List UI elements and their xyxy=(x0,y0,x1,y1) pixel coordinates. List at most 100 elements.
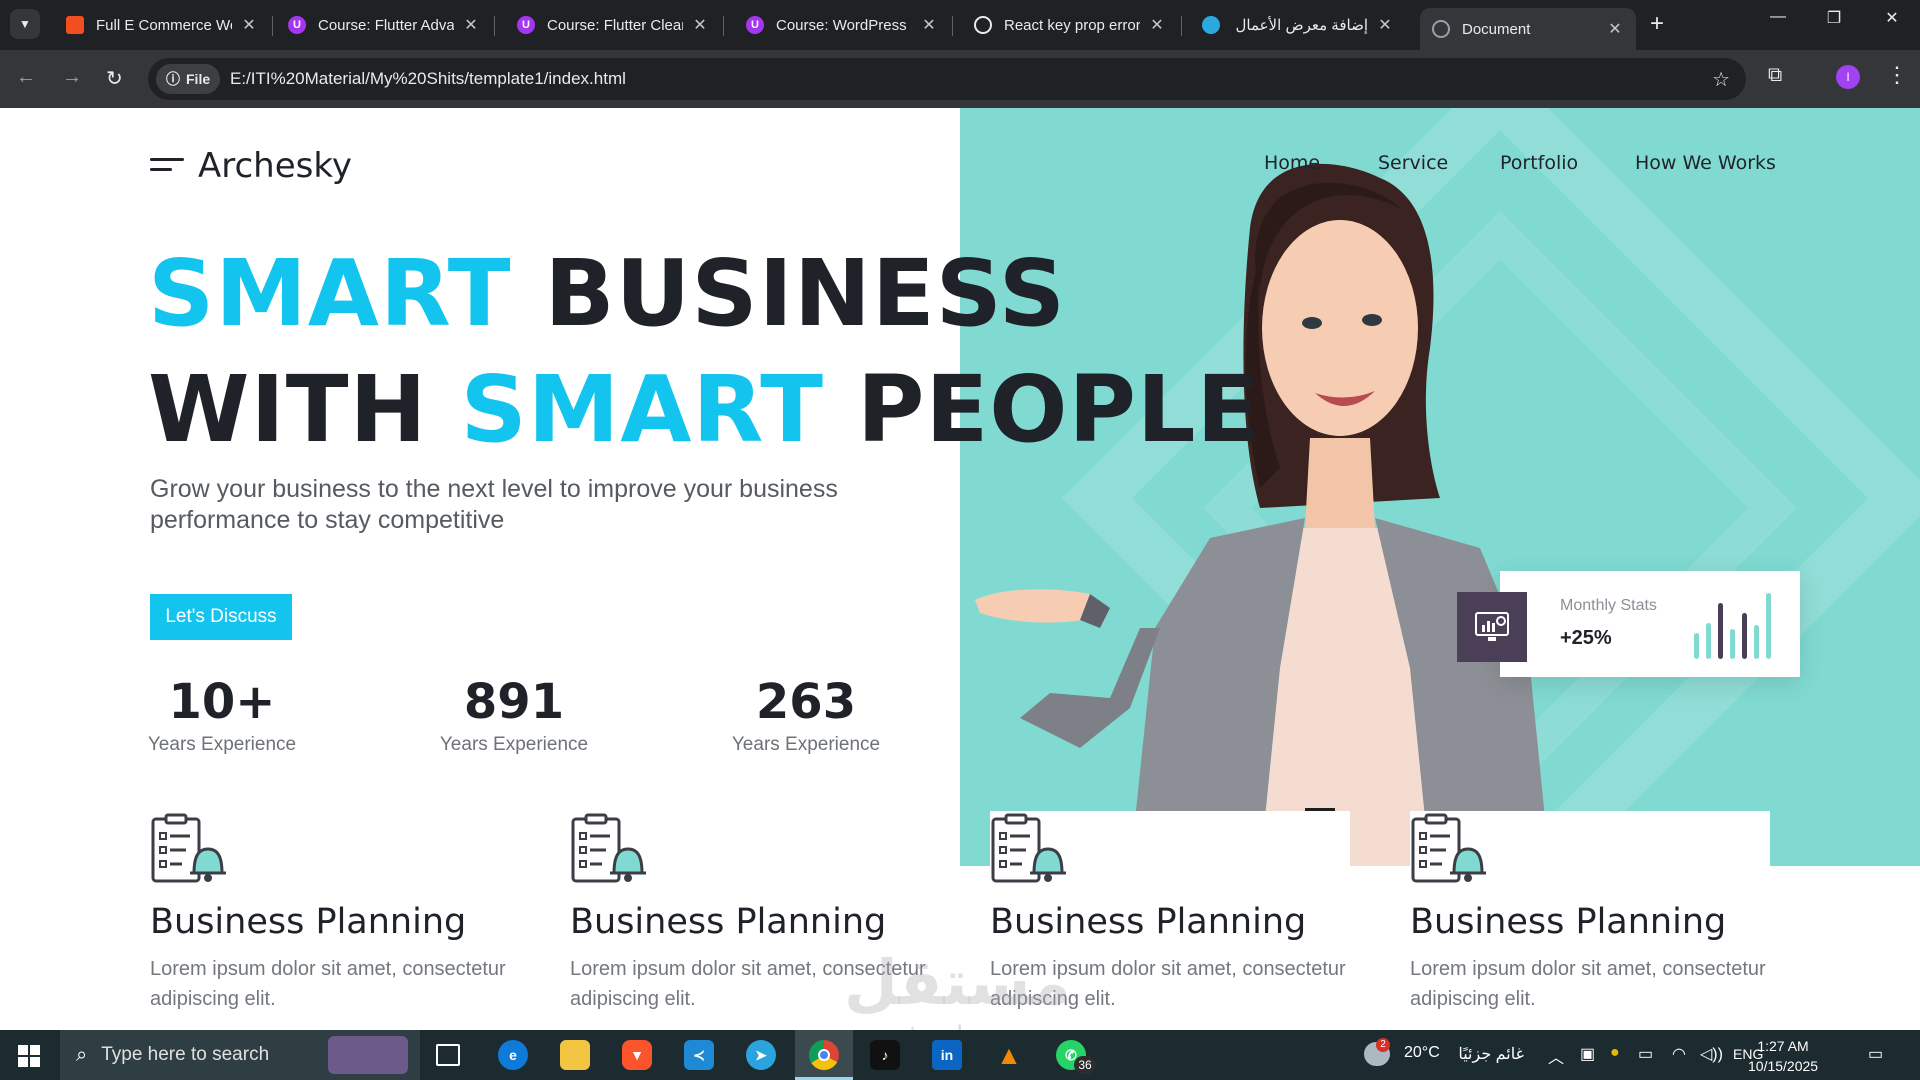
nav-portfolio[interactable]: Portfolio xyxy=(1500,152,1578,174)
tab-4[interactable]: U Course: WordPress E ✕ xyxy=(734,8,950,42)
battery-icon[interactable]: ▭ xyxy=(1638,1044,1653,1064)
checklist-bell-icon xyxy=(991,813,1066,883)
mostaql-watermark-url: mostaql.com xyxy=(846,1020,1038,1030)
back-button[interactable]: ← xyxy=(16,66,36,89)
menu-lines-icon xyxy=(150,156,184,176)
weather-temperature[interactable]: 20°C xyxy=(1404,1044,1440,1062)
volume-icon[interactable]: ◁)) xyxy=(1700,1044,1723,1064)
close-window-button[interactable]: ✕ xyxy=(1864,8,1920,28)
tray-app-icon[interactable]: ▣ xyxy=(1580,1044,1595,1064)
chrome-icon[interactable] xyxy=(809,1040,839,1070)
notifications-icon[interactable]: ▭ xyxy=(1868,1044,1883,1064)
hero-title-line-1: SMART BUSINESS xyxy=(148,240,1067,347)
taskbar-search-box[interactable]: ⌕ Type here to search xyxy=(60,1030,420,1080)
feature-title: Business Planning xyxy=(990,902,1307,942)
brave-icon[interactable]: ▼ xyxy=(622,1040,652,1070)
close-tab-icon[interactable]: ✕ xyxy=(462,15,480,35)
checklist-bell-icon xyxy=(1411,813,1486,883)
tab-separator xyxy=(494,16,495,36)
udemy-icon: U xyxy=(746,16,764,34)
hero-person-image xyxy=(975,163,1550,866)
omnibox[interactable]: ⓘ File E:/ITI%20Material/My%20Shits/temp… xyxy=(148,58,1746,100)
vscode-icon[interactable]: ≺ xyxy=(684,1040,714,1070)
tab-5[interactable]: React key prop error ✕ xyxy=(962,8,1178,42)
windows-start-icon[interactable] xyxy=(18,1045,40,1067)
site-info-chip[interactable]: ⓘ File xyxy=(156,64,221,94)
new-tab-button[interactable]: + xyxy=(1650,10,1664,38)
nav-service[interactable]: Service xyxy=(1378,152,1448,174)
minimize-button[interactable]: — xyxy=(1750,8,1806,26)
feature-description: Lorem ipsum dolor sit amet, consectetur … xyxy=(1410,958,1766,1010)
system-clock[interactable]: 1:27 AM 10/15/2025 xyxy=(1748,1036,1818,1076)
chatgpt-icon xyxy=(974,16,992,34)
reload-button[interactable]: ↻ xyxy=(106,66,123,91)
close-tab-icon[interactable]: ✕ xyxy=(1606,19,1624,39)
checklist-bell-icon xyxy=(151,813,226,883)
tiktok-icon[interactable]: ♪ xyxy=(870,1040,900,1070)
tab-2[interactable]: U Course: Flutter Advan ✕ xyxy=(276,8,492,42)
tab-search-button[interactable]: ▼ xyxy=(10,9,40,39)
nav-home[interactable]: Home xyxy=(1264,152,1320,174)
weather-badge: 2 xyxy=(1376,1038,1390,1052)
feature-title: Business Planning xyxy=(150,902,467,942)
feature-title: Business Planning xyxy=(1410,902,1727,942)
mostaql-icon xyxy=(1202,16,1220,34)
task-view-icon[interactable] xyxy=(436,1044,460,1066)
tab-1[interactable]: Full E Commerce Wel ✕ xyxy=(54,8,270,42)
restore-button[interactable]: ❐ xyxy=(1806,8,1862,28)
lets-discuss-button[interactable]: Let's Discuss xyxy=(150,594,292,640)
wifi-icon[interactable]: ◠ xyxy=(1672,1044,1686,1064)
feature-card: Business Planning Lorem ipsum dolor sit … xyxy=(1410,813,1810,1014)
url-text[interactable]: E:/ITI%20Material/My%20Shits/template1/i… xyxy=(230,69,626,89)
close-tab-icon[interactable]: ✕ xyxy=(240,15,258,35)
tab-separator xyxy=(1181,16,1182,36)
chevron-up-icon[interactable]: ︿ xyxy=(1548,1044,1564,1068)
monthly-stats-card: Monthly Stats +25% xyxy=(1500,571,1800,677)
udemy-icon: U xyxy=(517,16,535,34)
weather-description[interactable]: غائم جزئيًا xyxy=(1450,1044,1524,1064)
tab-6[interactable]: إضافة معرض الأعمال ✕ xyxy=(1190,8,1406,42)
bar-graph-icon xyxy=(1694,593,1771,659)
linkedin-icon[interactable]: in xyxy=(932,1040,962,1070)
tab-3[interactable]: U Course: Flutter Clean ✕ xyxy=(505,8,721,42)
whatsapp-badge: 36 xyxy=(1074,1056,1096,1074)
hero-subtitle: Grow your business to the next level to … xyxy=(150,475,838,534)
feature-card: Business Planning Lorem ipsum dolor sit … xyxy=(150,813,550,1014)
stat-item: 10+ Years Experience xyxy=(147,674,297,755)
search-highlight-image xyxy=(328,1036,408,1074)
edge-icon[interactable]: e xyxy=(498,1040,528,1070)
info-icon: ⓘ xyxy=(166,71,180,87)
browser-menu-icon[interactable]: ⋮ xyxy=(1886,62,1908,88)
close-tab-icon[interactable]: ✕ xyxy=(691,15,709,35)
bookmark-star-icon[interactable]: ☆ xyxy=(1712,67,1730,92)
search-icon: ⌕ xyxy=(76,1043,88,1066)
web-page: Archesky Home Service Portfolio How We W… xyxy=(0,108,1920,1030)
tab-separator xyxy=(952,16,953,36)
address-bar-row: ← → ↻ ⓘ File E:/ITI%20Material/My%20Shit… xyxy=(0,50,1920,108)
globe-icon xyxy=(1432,20,1450,38)
site-logo[interactable]: Archesky xyxy=(150,146,352,186)
tab-separator xyxy=(272,16,273,36)
feature-title: Business Planning xyxy=(570,902,887,942)
close-tab-icon[interactable]: ✕ xyxy=(920,15,938,35)
nav-how-we-works[interactable]: How We Works xyxy=(1635,152,1776,174)
tab-document-active[interactable]: Document ✕ xyxy=(1420,8,1636,50)
stat-item: 891 Years Experience xyxy=(439,674,589,755)
extensions-icon[interactable]: ⧉ xyxy=(1768,64,1782,87)
forward-button[interactable]: → xyxy=(62,66,82,89)
close-tab-icon[interactable]: ✕ xyxy=(1148,15,1166,35)
stat-item: 263 Years Experience xyxy=(731,674,881,755)
file-explorer-icon[interactable] xyxy=(560,1040,590,1070)
windows-taskbar: ⌕ Type here to search e ▼ ≺ ➤ ♪ in ▲ ✆ 3… xyxy=(0,1030,1920,1080)
monitor-chart-icon xyxy=(1457,592,1527,662)
telegram-icon[interactable]: ➤ xyxy=(746,1040,776,1070)
udemy-icon: U xyxy=(288,16,306,34)
profile-avatar[interactable]: I xyxy=(1836,65,1860,89)
tab-separator xyxy=(723,16,724,36)
vlc-icon[interactable]: ▲ xyxy=(994,1040,1024,1070)
mostaql-watermark: مستقل xyxy=(844,946,1071,1019)
feature-description: Lorem ipsum dolor sit amet, consectetur … xyxy=(150,958,506,1010)
tray-status-icon[interactable]: ● xyxy=(1610,1044,1620,1062)
close-tab-icon[interactable]: ✕ xyxy=(1376,15,1394,35)
checklist-bell-icon xyxy=(571,813,646,883)
